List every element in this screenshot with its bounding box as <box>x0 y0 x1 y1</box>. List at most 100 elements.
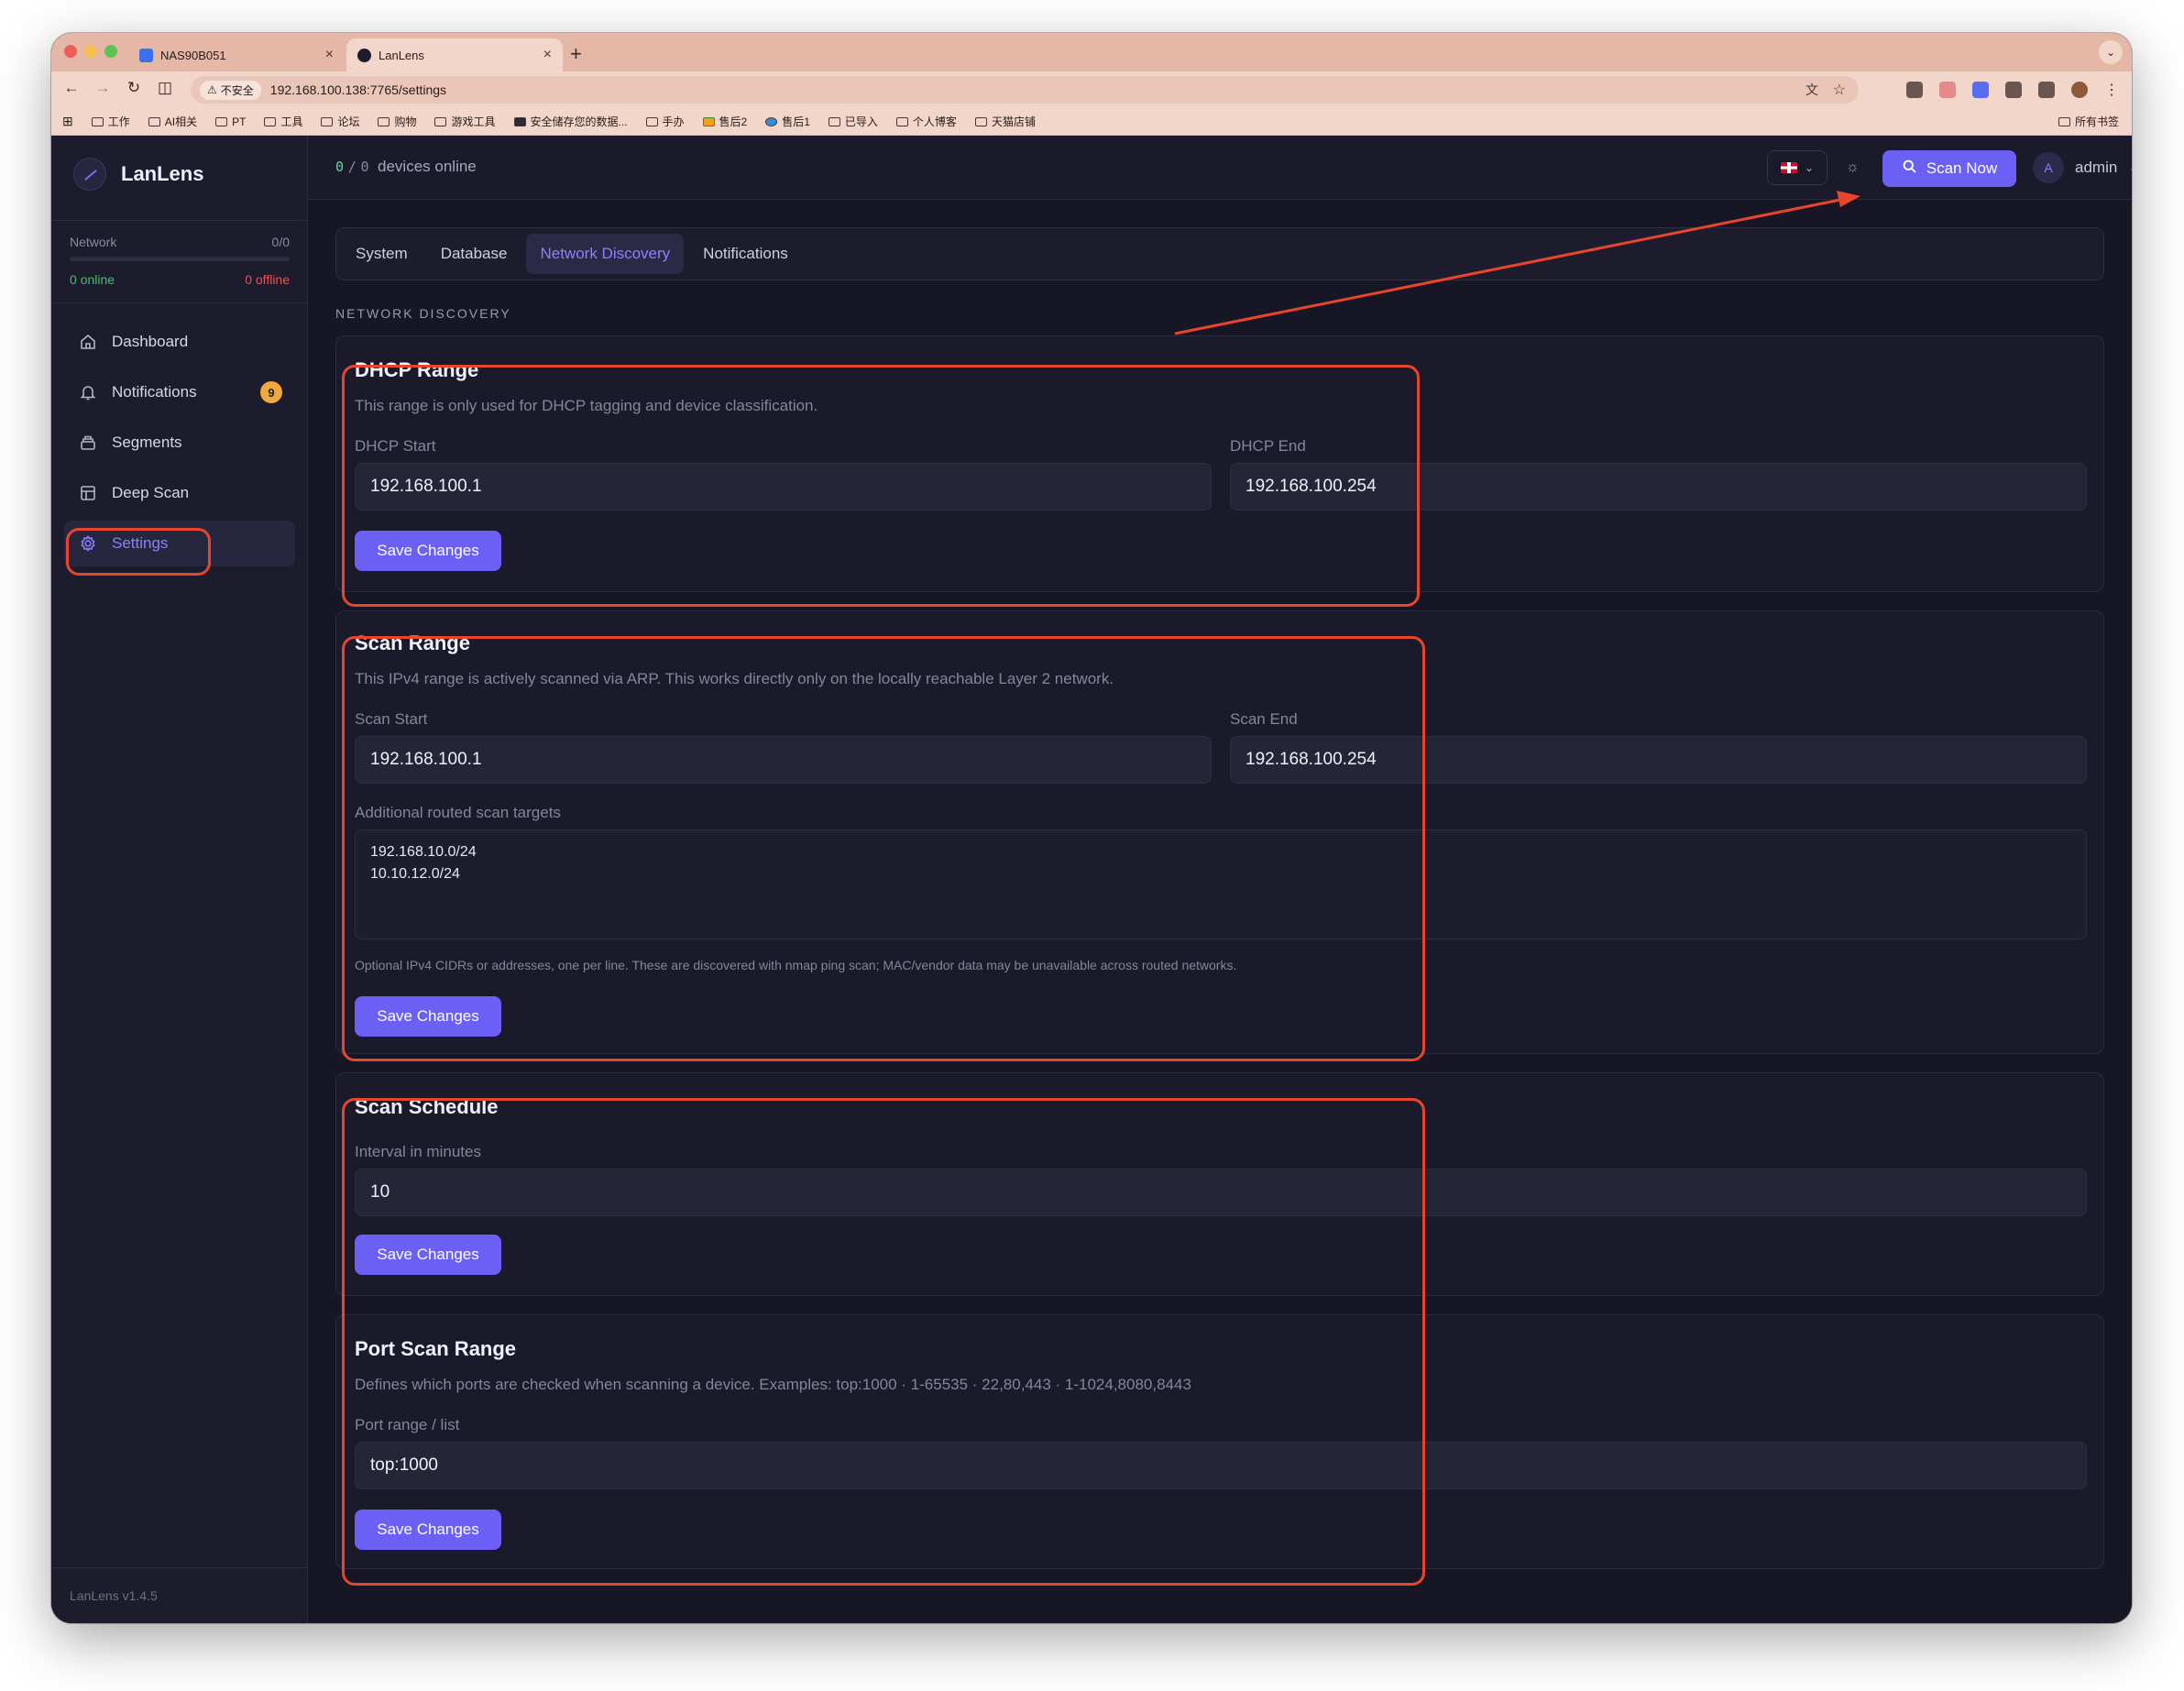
browser-tab[interactable]: NAS90B051 × <box>128 38 345 71</box>
save-schedule-button[interactable]: Save Changes <box>355 1235 501 1275</box>
bookmark-folder[interactable]: 个人博客 <box>895 114 957 129</box>
dhcp-start-input[interactable]: 192.168.100.1 <box>355 463 1212 511</box>
interval-input[interactable]: 10 <box>355 1169 2087 1216</box>
sidebar-item-segments[interactable]: Segments <box>64 420 295 466</box>
language-selector[interactable]: ⌄ <box>1767 150 1827 185</box>
bookmark-label: 工作 <box>107 115 130 128</box>
sidebar-item-settings[interactable]: Settings <box>64 521 295 566</box>
dhcp-end-input[interactable]: 192.168.100.254 <box>1230 463 2087 511</box>
bookmark-folder[interactable]: 天猫店铺 <box>974 114 1036 129</box>
app-name: LanLens <box>121 162 204 185</box>
sun-theme-toggle-icon[interactable]: ☼ <box>1846 159 1860 176</box>
folder-icon <box>645 116 658 126</box>
scan-end-label: Scan End <box>1230 710 1298 728</box>
url-text[interactable]: 192.168.100.138:7765/settings <box>270 82 446 97</box>
scan-start-input[interactable]: 192.168.100.1 <box>355 736 1212 784</box>
username: admin <box>2075 159 2118 176</box>
bookmark-folder[interactable]: 论坛 <box>321 114 359 129</box>
bookmark-folder[interactable]: 游戏工具 <box>434 114 496 129</box>
tab-network-discovery[interactable]: Network Discovery <box>526 234 685 274</box>
bookmark-folder[interactable]: AI相关 <box>148 114 197 129</box>
zoom-window-button[interactable] <box>104 45 117 58</box>
forward-arrow-icon[interactable]: → <box>92 79 114 97</box>
user-menu[interactable]: A admin ⌄ <box>2033 152 2132 183</box>
window-controls <box>64 45 117 58</box>
bookmark-folder[interactable]: 已导入 <box>828 114 878 129</box>
site-favicon-icon <box>513 116 526 126</box>
save-dhcp-button[interactable]: Save Changes <box>355 531 501 571</box>
apps-grid-icon[interactable]: ⊞ <box>62 114 73 129</box>
app-logo[interactable]: LanLens <box>73 158 203 191</box>
layers-icon <box>79 434 97 452</box>
offline-count: 0 offline <box>245 272 290 287</box>
scan-range-card: Scan Range This IPv4 range is actively s… <box>335 610 2104 1054</box>
address-bar[interactable]: ⚠ 不安全 192.168.100.138:7765/settings 文 ☆ <box>191 76 1859 104</box>
avatar: A <box>2033 152 2064 183</box>
bookmark-label: 安全储存您的数据... <box>530 115 628 128</box>
tab-database[interactable]: Database <box>427 234 521 274</box>
port-range-input[interactable]: top:1000 <box>355 1442 2087 1489</box>
profile-avatar-icon[interactable] <box>2071 82 2088 98</box>
insecure-badge[interactable]: ⚠ 不安全 <box>200 80 261 100</box>
sidebar-item-dashboard[interactable]: Dashboard <box>64 319 295 365</box>
folder-icon <box>215 116 228 126</box>
folder-icon <box>434 116 447 126</box>
scan-now-button[interactable]: Scan Now <box>1882 150 2016 187</box>
save-scan-range-button[interactable]: Save Changes <box>355 996 501 1037</box>
bookmark-link[interactable]: 安全储存您的数据... <box>513 114 628 129</box>
insecure-label: 不安全 <box>220 83 254 97</box>
sidebar-item-label: Deep Scan <box>112 484 190 501</box>
bookmark-folder[interactable]: 工作 <box>91 114 130 129</box>
card-title: DHCP Range <box>355 358 479 381</box>
scan-now-label: Scan Now <box>1926 159 1998 177</box>
bookmark-label: 天猫店铺 <box>991 115 1036 128</box>
minimize-window-button[interactable] <box>84 45 97 58</box>
divider <box>51 302 307 303</box>
extension-icon[interactable] <box>1972 82 1989 98</box>
warning-triangle-icon: ⚠ <box>207 83 217 96</box>
browser-tab-active[interactable]: LanLens × <box>346 38 563 71</box>
puzzle-icon[interactable] <box>2005 82 2022 98</box>
bookmark-folder[interactable]: 购物 <box>378 114 416 129</box>
bookmark-folder[interactable]: 工具 <box>264 114 302 129</box>
bookmark-link[interactable]: 售后2 <box>702 114 747 129</box>
tab-notifications[interactable]: Notifications <box>689 234 802 274</box>
reading-list-icon[interactable] <box>2038 82 2055 98</box>
browser-tab-title: NAS90B051 <box>160 48 226 62</box>
bookmark-folder[interactable]: PT <box>215 115 246 128</box>
routed-targets-textarea[interactable]: 192.168.10.0/24 10.10.12.0/24 <box>355 829 2087 939</box>
bookmark-label: 购物 <box>394 115 417 128</box>
scan-end-input[interactable]: 192.168.100.254 <box>1230 736 2087 784</box>
bookmark-star-icon[interactable]: ☆ <box>1833 81 1846 99</box>
sidebar-item-notifications[interactable]: Notifications 9 <box>64 369 295 415</box>
close-tab-icon[interactable]: × <box>543 47 552 63</box>
app-version: LanLens v1.4.5 <box>70 1588 158 1603</box>
network-progress-bar <box>70 257 290 261</box>
browser-window: NAS90B051 × LanLens × + ⌄ ← → ↻ ◫ ⚠ 不安全 … <box>51 33 2132 1623</box>
close-tab-icon[interactable]: × <box>325 47 334 63</box>
split-view-icon[interactable]: ◫ <box>154 79 176 97</box>
sidebar-item-label: Segments <box>112 434 182 451</box>
all-bookmarks[interactable]: 所有书签 <box>2058 114 2119 129</box>
close-window-button[interactable] <box>64 45 77 58</box>
tab-system[interactable]: System <box>342 234 422 274</box>
scan-schedule-card: Scan Schedule Interval in minutes 10 Sav… <box>335 1072 2104 1296</box>
tab-search-chevron-icon[interactable]: ⌄ <box>2099 40 2123 64</box>
folder-icon <box>148 116 160 126</box>
back-arrow-icon[interactable]: ← <box>60 79 82 97</box>
extension-icon[interactable] <box>1939 82 1956 98</box>
sidebar-nav: Dashboard Notifications 9 Segments Deep … <box>64 319 295 571</box>
bookmark-folder[interactable]: 手办 <box>645 114 685 129</box>
extension-icon[interactable] <box>1906 82 1923 98</box>
bookmark-link[interactable]: 售后1 <box>765 114 810 129</box>
folder-icon <box>828 116 840 126</box>
reload-icon[interactable]: ↻ <box>123 79 145 97</box>
home-icon <box>79 333 97 351</box>
sidebar-item-label: Notifications <box>112 383 197 401</box>
new-tab-button[interactable]: + <box>570 42 582 66</box>
save-port-range-button[interactable]: Save Changes <box>355 1510 501 1550</box>
translate-icon[interactable]: 文 <box>1805 81 1818 99</box>
sidebar-item-deep-scan[interactable]: Deep Scan <box>64 470 295 516</box>
uk-flag-icon <box>1780 162 1797 173</box>
more-menu-icon[interactable]: ⋮ <box>2104 81 2119 99</box>
